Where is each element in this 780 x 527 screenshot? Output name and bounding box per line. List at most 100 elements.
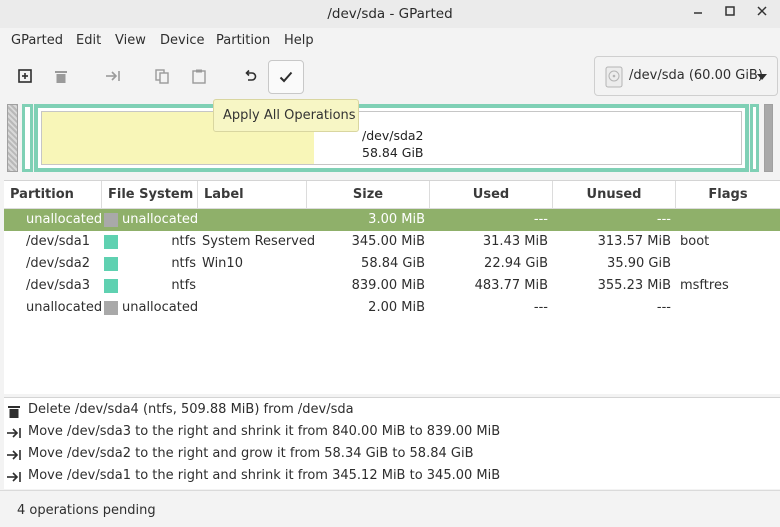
delete-partition-button[interactable] [47, 62, 75, 90]
diskmap-sda2-name: /dev/sda2 [362, 128, 424, 143]
cell-filesystem: ntfs [171, 256, 196, 271]
column-used[interactable]: Used [430, 181, 553, 209]
operation-text: Move /dev/sda2 to the right and grow it … [28, 446, 474, 461]
cell-unused: 35.90 GiB [607, 256, 671, 271]
table-row[interactable]: /dev/sda2 ntfs Win10 58.84 GiB 22.94 GiB 35.9… [4, 253, 780, 275]
filesystem-color-swatch [104, 235, 118, 249]
column-partition[interactable]: Partition [4, 181, 102, 209]
table-row[interactable]: unallocated unallocated 2.00 MiB --- --- [4, 297, 780, 319]
column-filesystem[interactable]: File System [102, 181, 198, 209]
filesystem-color-swatch [104, 257, 118, 271]
trash-icon [55, 70, 67, 83]
diskmap-sda2[interactable]: /dev/sda2 58.84 GiB [34, 104, 749, 172]
status-bar: 4 operations pending [0, 490, 780, 527]
menu-device[interactable]: Device [160, 33, 204, 48]
cell-filesystem: unallocated [122, 212, 199, 227]
cell-label: System Reserved [202, 234, 316, 249]
cell-used: --- [533, 300, 548, 315]
menu-help[interactable]: Help [284, 33, 314, 48]
cell-label [202, 297, 306, 319]
operation-text: Delete /dev/sda4 (ntfs, 509.88 MiB) from… [28, 402, 354, 417]
diskmap-unallocated-end[interactable] [764, 104, 773, 172]
cell-partition: /dev/sda2 [26, 256, 90, 271]
table-row[interactable]: /dev/sda1 ntfs System Reserved 345.00 MiB 31… [4, 231, 780, 253]
diskmap-unallocated-start[interactable] [7, 104, 18, 172]
operation-item[interactable]: Move /dev/sda2 to the right and grow it … [4, 444, 780, 466]
cell-label: Win10 [202, 256, 243, 271]
new-icon [18, 69, 32, 83]
column-label[interactable]: Label [198, 181, 307, 209]
operation-item[interactable]: Delete /dev/sda4 (ntfs, 509.88 MiB) from… [4, 400, 780, 422]
cell-used: --- [533, 212, 548, 227]
diskmap-sda1[interactable] [22, 104, 33, 172]
cell-size: 2.00 MiB [368, 300, 425, 315]
menu-edit[interactable]: Edit [76, 33, 101, 48]
diskmap-sda2-size: 58.84 GiB [362, 145, 424, 160]
table-row[interactable]: /dev/sda3 ntfs 839.00 MiB 483.77 MiB 355.23 … [4, 275, 780, 297]
cell-size: 3.00 MiB [368, 212, 425, 227]
minimize-button[interactable] [688, 4, 708, 24]
menu-view[interactable]: View [115, 33, 146, 48]
copy-icon [155, 68, 169, 84]
chevron-down-icon [757, 74, 767, 80]
column-flags[interactable]: Flags [676, 181, 780, 209]
diskmap-sda3[interactable] [750, 104, 759, 172]
paste-button[interactable] [185, 62, 213, 90]
menu-partition[interactable]: Partition [216, 33, 270, 48]
table-row[interactable]: unallocated unallocated 3.00 MiB --- --- [4, 209, 780, 231]
device-selector[interactable]: /dev/sda (60.00 GiB) [594, 56, 778, 96]
cell-unused: --- [656, 300, 671, 315]
filesystem-color-swatch [104, 213, 118, 227]
cell-unused: 355.23 MiB [597, 278, 671, 293]
menu-bar: GParted Edit View Device Partition Help [0, 28, 780, 54]
cell-used: 22.94 GiB [484, 256, 548, 271]
cell-partition: /dev/sda1 [26, 234, 90, 249]
cell-flags [680, 253, 776, 275]
maximize-button[interactable] [720, 4, 740, 24]
filesystem-color-swatch [104, 279, 118, 293]
disk-map: /dev/sda2 58.84 GiB [0, 100, 780, 176]
checkmark-icon [279, 71, 293, 83]
cell-used: 483.77 MiB [474, 278, 548, 293]
harddisk-icon [605, 66, 623, 88]
cell-unused: 313.57 MiB [597, 234, 671, 249]
status-text: 4 operations pending [17, 503, 156, 518]
cell-size: 58.84 GiB [361, 256, 425, 271]
cell-size: 345.00 MiB [351, 234, 425, 249]
operation-text: Move /dev/sda3 to the right and shrink i… [28, 424, 501, 439]
column-size[interactable]: Size [307, 181, 430, 209]
close-button[interactable] [752, 4, 772, 24]
cell-filesystem: ntfs [171, 278, 196, 293]
cell-size: 839.00 MiB [351, 278, 425, 293]
cell-used: 31.43 MiB [482, 234, 548, 249]
diskmap-sda2-inner: /dev/sda2 58.84 GiB [41, 111, 742, 165]
table-header: Partition File System Label Size Used Un… [4, 181, 780, 209]
device-label: /dev/sda (60.00 GiB) [629, 68, 763, 83]
maximize-icon [725, 6, 735, 16]
operations-list: Delete /dev/sda4 (ntfs, 509.88 MiB) from… [4, 397, 780, 489]
window-title: /dev/sda - GParted [327, 6, 453, 22]
arrow-right-bar-icon [6, 425, 22, 441]
apply-button[interactable] [268, 60, 304, 94]
copy-button[interactable] [148, 62, 176, 90]
undo-button[interactable] [236, 62, 264, 90]
close-icon [757, 6, 767, 16]
minimize-icon [694, 12, 702, 14]
cell-flags [680, 209, 776, 231]
cell-partition: /dev/sda3 [26, 278, 90, 293]
apply-tooltip: Apply All Operations [213, 99, 359, 132]
arrow-right-bar-icon [6, 469, 22, 485]
filesystem-color-swatch [104, 301, 118, 315]
operation-item[interactable]: Move /dev/sda1 to the right and shrink i… [4, 466, 780, 488]
tooltip-text: Apply All Operations [223, 108, 356, 123]
undo-icon [245, 69, 257, 81]
menu-gparted[interactable]: GParted [11, 33, 63, 48]
resize-move-button[interactable] [99, 62, 127, 90]
cell-partition: unallocated [26, 300, 103, 315]
partition-table: Partition File System Label Size Used Un… [4, 180, 780, 394]
arrow-right-bar-icon [6, 447, 22, 463]
new-partition-button[interactable] [11, 62, 39, 90]
column-unused[interactable]: Unused [553, 181, 676, 209]
operation-item[interactable]: Move /dev/sda3 to the right and shrink i… [4, 422, 780, 444]
cell-filesystem: unallocated [122, 300, 199, 315]
